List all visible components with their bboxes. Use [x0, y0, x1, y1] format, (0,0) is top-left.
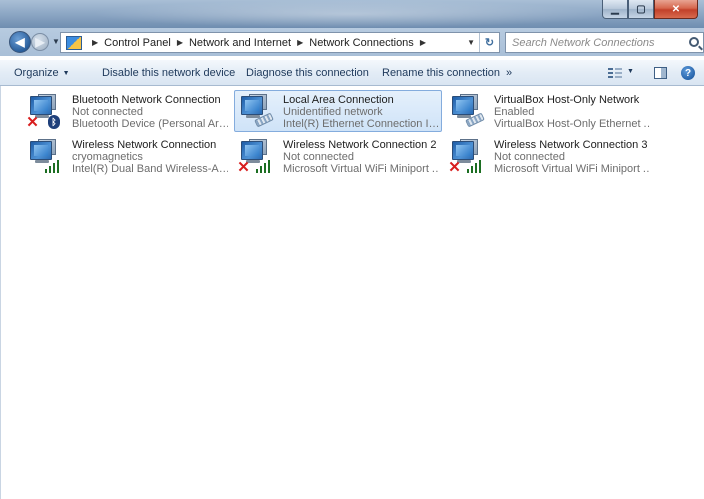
connection-status: Unidentified network	[283, 106, 383, 118]
connection-status: Enabled	[494, 106, 535, 118]
bluetooth-icon: ᛒ	[48, 115, 60, 129]
rename-connection-button[interactable]: Rename this connection	[382, 67, 500, 79]
connection-item-wireless[interactable]: Wireless Network Connection cryomagnetic…	[23, 135, 231, 177]
maximize-icon: ▢	[636, 3, 646, 15]
network-adapter-icon	[26, 139, 62, 175]
refresh-button[interactable]: ↻	[479, 33, 499, 52]
network-adapter-icon	[237, 94, 274, 130]
command-bar: Organize ▼ Disable this network device Di…	[0, 59, 704, 86]
address-bar[interactable]: ▶ Control Panel ▶ Network and Internet ▶…	[60, 32, 500, 53]
connection-device: Microsoft Virtual WiFi Miniport A...	[494, 163, 650, 175]
refresh-icon: ↻	[484, 37, 495, 49]
control-panel-icon	[66, 35, 82, 50]
more-commands-button[interactable]: »	[506, 67, 512, 79]
connection-name: Wireless Network Connection 2	[283, 139, 437, 151]
caption-buttons: ▁ ▢ ✕	[602, 0, 698, 20]
network-adapter-icon: ✕ ᛒ	[26, 94, 62, 130]
connection-device: Intel(R) Ethernet Connection I219...	[283, 118, 439, 130]
connection-status: Not connected	[283, 151, 354, 163]
diagnose-connection-button[interactable]: Diagnose this connection	[246, 67, 369, 79]
back-arrow-icon: ◀	[15, 35, 25, 49]
breadcrumb: ▶ Control Panel ▶ Network and Internet ▶…	[86, 37, 432, 49]
disconnected-icon: ✕	[26, 114, 39, 131]
close-icon: ✕	[671, 3, 681, 15]
connection-status: Not connected	[494, 151, 565, 163]
minimize-icon: ▁	[611, 3, 619, 15]
search-icon[interactable]	[689, 37, 699, 47]
view-options-dropdown-icon[interactable]: ▼	[627, 68, 634, 75]
breadcrumb-network-and-internet[interactable]: Network and Internet	[189, 37, 291, 49]
disable-device-button[interactable]: Disable this network device	[102, 67, 235, 79]
address-dropdown-icon[interactable]: ▼	[467, 38, 475, 47]
breadcrumb-separator-icon[interactable]: ▶	[92, 38, 98, 47]
back-button[interactable]: ◀	[9, 31, 31, 53]
preview-pane-icon[interactable]	[654, 67, 667, 79]
breadcrumb-network-connections[interactable]: Network Connections	[309, 37, 414, 49]
breadcrumb-separator-icon[interactable]: ▶	[420, 38, 426, 47]
wifi-signal-icon	[467, 159, 483, 173]
title-bar: ▁ ▢ ✕	[0, 0, 704, 28]
connection-device: Microsoft Virtual WiFi Miniport A...	[283, 163, 439, 175]
connection-name: Wireless Network Connection 3	[494, 139, 648, 151]
breadcrumb-control-panel[interactable]: Control Panel	[104, 37, 171, 49]
wifi-signal-icon	[45, 159, 61, 173]
connections-list: ✕ ᛒ Bluetooth Network Connection Not con…	[0, 86, 704, 499]
connection-item-bluetooth[interactable]: ✕ ᛒ Bluetooth Network Connection Not con…	[23, 90, 231, 132]
navigation-bar: ◀ ▶ ▼ ▶ Control Panel ▶ Network and Inte…	[0, 28, 704, 56]
forward-arrow-icon: ▶	[35, 35, 45, 49]
connection-status: Not connected	[72, 106, 143, 118]
connection-status: cryomagnetics	[72, 151, 143, 163]
change-view-icon[interactable]	[608, 67, 622, 79]
disconnected-icon: ✕	[448, 159, 461, 176]
title-glow	[90, 0, 610, 28]
search-box[interactable]	[505, 32, 704, 53]
network-adapter-icon: ✕	[448, 139, 484, 175]
connection-name: Local Area Connection	[283, 94, 394, 106]
chevron-down-icon: ▼	[62, 70, 70, 77]
connection-device: VirtualBox Host-Only Ethernet Ad...	[494, 118, 650, 130]
organize-label: Organize	[14, 67, 59, 79]
connection-item-wireless-3[interactable]: ✕ Wireless Network Connection 3 Not conn…	[445, 135, 653, 177]
network-adapter-icon: ✕	[237, 139, 273, 175]
connection-device: Intel(R) Dual Band Wireless-AC 82...	[72, 163, 228, 175]
connection-item-virtualbox[interactable]: VirtualBox Host-Only Network Enabled Vir…	[445, 90, 653, 132]
minimize-button[interactable]: ▁	[602, 0, 628, 19]
connection-device: Bluetooth Device (Personal Area ...	[72, 118, 228, 130]
help-icon[interactable]: ?	[681, 66, 695, 80]
connection-item-wireless-2[interactable]: ✕ Wireless Network Connection 2 Not conn…	[234, 135, 442, 177]
disconnected-icon: ✕	[237, 159, 250, 176]
connection-name: Bluetooth Network Connection	[72, 94, 221, 106]
forward-button[interactable]: ▶	[31, 33, 49, 51]
wifi-signal-icon	[256, 159, 272, 173]
recent-pages-dropdown[interactable]: ▼	[52, 37, 60, 46]
network-adapter-icon	[448, 94, 485, 130]
maximize-button[interactable]: ▢	[628, 0, 654, 19]
close-button[interactable]: ✕	[654, 0, 698, 19]
breadcrumb-separator-icon[interactable]: ▶	[177, 38, 183, 47]
connection-item-local-area[interactable]: Local Area Connection Unidentified netwo…	[234, 90, 442, 132]
breadcrumb-separator-icon[interactable]: ▶	[297, 38, 303, 47]
search-input[interactable]	[512, 36, 682, 49]
organize-button[interactable]: Organize ▼	[14, 67, 70, 79]
connection-name: Wireless Network Connection	[72, 139, 217, 151]
connection-name: VirtualBox Host-Only Network	[494, 94, 640, 106]
